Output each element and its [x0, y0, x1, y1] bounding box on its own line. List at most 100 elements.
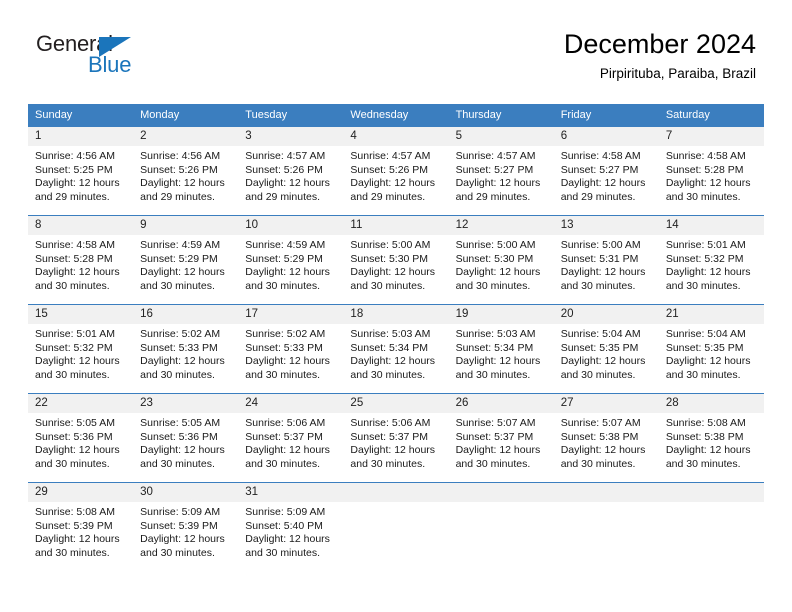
day-cell-details: Sunrise: 4:58 AM Sunset: 5:28 PM Daylight:…	[659, 146, 764, 204]
sunrise-text: Sunrise: 5:01 AM	[665, 239, 746, 251]
day-number: 26	[448, 394, 554, 413]
day-cell-details: Sunrise: 5:06 AM Sunset: 5:37 PM Daylight:…	[343, 413, 448, 471]
daylight-text: Daylight: 12 hours and 29 minutes.	[35, 177, 120, 203]
day-cell[interactable]: 13 Sunrise: 5:00 AM Sunset: 5:31 PM Dayligh…	[553, 215, 659, 305]
sunrise-text: Sunrise: 5:06 AM	[350, 417, 431, 429]
day-cell[interactable]: 11 Sunrise: 5:00 AM Sunset: 5:30 PM Dayligh…	[343, 215, 449, 305]
day-cell-details: Sunrise: 5:00 AM Sunset: 5:30 PM Daylight:…	[343, 235, 448, 293]
calendar-week-row: 29 Sunrise: 5:08 AM Sunset: 5:39 PM Dayligh…	[28, 482, 764, 571]
sunset-text: Sunset: 5:39 PM	[35, 519, 113, 532]
day-cell[interactable]: 29 Sunrise: 5:08 AM Sunset: 5:39 PM Dayligh…	[28, 482, 134, 571]
sunset-text: Sunset: 5:26 PM	[350, 163, 429, 176]
day-number: 19	[448, 305, 554, 324]
sunset-text: Sunset: 5:37 PM	[455, 430, 534, 443]
weekday-header-friday: Friday	[553, 104, 659, 127]
day-cell[interactable]: 15 Sunrise: 5:01 AM Sunset: 5:32 PM Dayligh…	[28, 304, 134, 394]
daylight-text: Daylight: 12 hours and 30 minutes.	[350, 266, 436, 292]
sunrise-text: Sunrise: 5:08 AM	[665, 417, 746, 429]
sunrise-text: Sunrise: 4:57 AM	[455, 150, 536, 162]
daylight-text: Daylight: 12 hours and 29 minutes.	[560, 177, 646, 203]
sunrise-text: Sunrise: 5:08 AM	[35, 506, 115, 518]
day-cell[interactable]: 28 Sunrise: 5:08 AM Sunset: 5:38 PM Dayligh…	[658, 393, 764, 483]
general-blue-logo[interactable]: General Blue	[36, 33, 166, 83]
day-number: 9	[133, 216, 239, 235]
sunrise-text: Sunrise: 5:07 AM	[560, 417, 641, 429]
daylight-text: Daylight: 12 hours and 30 minutes.	[245, 533, 330, 559]
sunrise-text: Sunrise: 4:56 AM	[35, 150, 115, 162]
sunrise-text: Sunrise: 4:58 AM	[665, 150, 746, 162]
sunset-text: Sunset: 5:26 PM	[245, 163, 323, 176]
sunset-text: Sunset: 5:40 PM	[245, 519, 323, 532]
day-number: 25	[343, 394, 449, 413]
title-block: December 2024 Pirpirituba, Paraiba, Braz…	[564, 28, 756, 82]
day-cell[interactable]: 5 Sunrise: 4:57 AM Sunset: 5:27 PM Daylight…	[448, 126, 554, 216]
day-number: 23	[133, 394, 239, 413]
day-cell[interactable]: 12 Sunrise: 5:00 AM Sunset: 5:30 PM Dayligh…	[448, 215, 554, 305]
sunset-text: Sunset: 5:35 PM	[665, 341, 744, 354]
day-cell[interactable]: 26 Sunrise: 5:07 AM Sunset: 5:37 PM Dayligh…	[448, 393, 554, 483]
day-cell-details: Sunrise: 5:09 AM Sunset: 5:39 PM Daylight:…	[133, 502, 238, 560]
weekday-header-wednesday: Wednesday	[343, 104, 449, 127]
sunrise-text: Sunrise: 4:57 AM	[245, 150, 326, 162]
sunrise-text: Sunrise: 5:00 AM	[560, 239, 641, 251]
weekday-header-thursday: Thursday	[448, 104, 554, 127]
day-number: 17	[238, 305, 344, 324]
day-cell[interactable]: 27 Sunrise: 5:07 AM Sunset: 5:38 PM Dayligh…	[553, 393, 659, 483]
day-cell[interactable]: 17 Sunrise: 5:02 AM Sunset: 5:33 PM Dayligh…	[238, 304, 344, 394]
sunset-text: Sunset: 5:31 PM	[560, 252, 639, 265]
day-number	[553, 483, 659, 502]
day-cell-details: Sunrise: 4:57 AM Sunset: 5:26 PM Daylight:…	[343, 146, 448, 204]
sunrise-text: Sunrise: 4:59 AM	[140, 239, 221, 251]
daylight-text: Daylight: 12 hours and 30 minutes.	[245, 355, 330, 381]
weekday-header-row: Sunday Monday Tuesday Wednesday Thursday…	[28, 104, 764, 127]
day-number: 3	[238, 127, 344, 146]
daylight-text: Daylight: 12 hours and 30 minutes.	[350, 355, 436, 381]
day-cell[interactable]: 30 Sunrise: 5:09 AM Sunset: 5:39 PM Dayligh…	[133, 482, 239, 571]
day-cell[interactable]: 8 Sunrise: 4:58 AM Sunset: 5:28 PM Daylight…	[28, 215, 134, 305]
day-cell[interactable]: 2 Sunrise: 4:56 AM Sunset: 5:26 PM Daylight…	[133, 126, 239, 216]
day-number: 18	[343, 305, 449, 324]
day-cell[interactable]: 4 Sunrise: 4:57 AM Sunset: 5:26 PM Daylight…	[343, 126, 449, 216]
page-title: December 2024	[563, 29, 756, 59]
day-cell-details: Sunrise: 5:09 AM Sunset: 5:40 PM Daylight:…	[238, 502, 343, 560]
day-cell-details: Sunrise: 4:58 AM Sunset: 5:27 PM Daylight:…	[554, 146, 659, 204]
day-number: 24	[238, 394, 344, 413]
day-cell[interactable]: 10 Sunrise: 4:59 AM Sunset: 5:29 PM Dayligh…	[238, 215, 344, 305]
day-cell[interactable]: 7 Sunrise: 4:58 AM Sunset: 5:28 PM Daylight…	[658, 126, 764, 216]
day-cell[interactable]: 31 Sunrise: 5:09 AM Sunset: 5:40 PM Dayligh…	[238, 482, 344, 571]
calendar-week-row: 22 Sunrise: 5:05 AM Sunset: 5:36 PM Dayligh…	[28, 393, 764, 483]
day-number: 31	[238, 483, 344, 502]
day-cell[interactable]: 16 Sunrise: 5:02 AM Sunset: 5:33 PM Dayligh…	[133, 304, 239, 394]
sunset-text: Sunset: 5:32 PM	[35, 341, 113, 354]
day-cell[interactable]: 6 Sunrise: 4:58 AM Sunset: 5:27 PM Daylight…	[553, 126, 659, 216]
day-cell[interactable]: 1 Sunrise: 4:56 AM Sunset: 5:25 PM Daylight…	[28, 126, 134, 216]
day-cell[interactable]: 23 Sunrise: 5:05 AM Sunset: 5:36 PM Dayligh…	[133, 393, 239, 483]
day-cell[interactable]: 21 Sunrise: 5:04 AM Sunset: 5:35 PM Dayligh…	[658, 304, 764, 394]
day-cell[interactable]: 18 Sunrise: 5:03 AM Sunset: 5:34 PM Dayligh…	[343, 304, 449, 394]
day-number: 14	[658, 216, 764, 235]
day-number: 1	[28, 127, 134, 146]
sunset-text: Sunset: 5:27 PM	[560, 163, 639, 176]
day-cell[interactable]: 14 Sunrise: 5:01 AM Sunset: 5:32 PM Dayligh…	[658, 215, 764, 305]
daylight-text: Daylight: 12 hours and 30 minutes.	[140, 266, 225, 292]
day-number: 30	[133, 483, 239, 502]
day-cell[interactable]: 24 Sunrise: 5:06 AM Sunset: 5:37 PM Dayligh…	[238, 393, 344, 483]
daylight-text: Daylight: 12 hours and 29 minutes.	[350, 177, 436, 203]
day-cell-details: Sunrise: 5:05 AM Sunset: 5:36 PM Daylight:…	[28, 413, 133, 471]
day-cell[interactable]: 25 Sunrise: 5:06 AM Sunset: 5:37 PM Dayligh…	[343, 393, 449, 483]
day-number: 4	[343, 127, 449, 146]
day-number: 2	[133, 127, 239, 146]
day-cell[interactable]: 19 Sunrise: 5:03 AM Sunset: 5:34 PM Dayligh…	[448, 304, 554, 394]
daylight-text: Daylight: 12 hours and 30 minutes.	[245, 444, 330, 470]
sunset-text: Sunset: 5:37 PM	[245, 430, 323, 443]
daylight-text: Daylight: 12 hours and 30 minutes.	[245, 266, 330, 292]
day-cell[interactable]: 9 Sunrise: 4:59 AM Sunset: 5:29 PM Daylight…	[133, 215, 239, 305]
day-cell-details: Sunrise: 5:08 AM Sunset: 5:39 PM Daylight:…	[28, 502, 133, 560]
day-cell[interactable]: 22 Sunrise: 5:05 AM Sunset: 5:36 PM Dayligh…	[28, 393, 134, 483]
day-cell[interactable]: 3 Sunrise: 4:57 AM Sunset: 5:26 PM Daylight…	[238, 126, 344, 216]
sunrise-text: Sunrise: 5:04 AM	[560, 328, 641, 340]
daylight-text: Daylight: 12 hours and 30 minutes.	[455, 355, 541, 381]
day-cell[interactable]: 20 Sunrise: 5:04 AM Sunset: 5:35 PM Dayligh…	[553, 304, 659, 394]
weekday-header-sunday: Sunday	[28, 104, 134, 127]
sunrise-text: Sunrise: 5:06 AM	[245, 417, 326, 429]
